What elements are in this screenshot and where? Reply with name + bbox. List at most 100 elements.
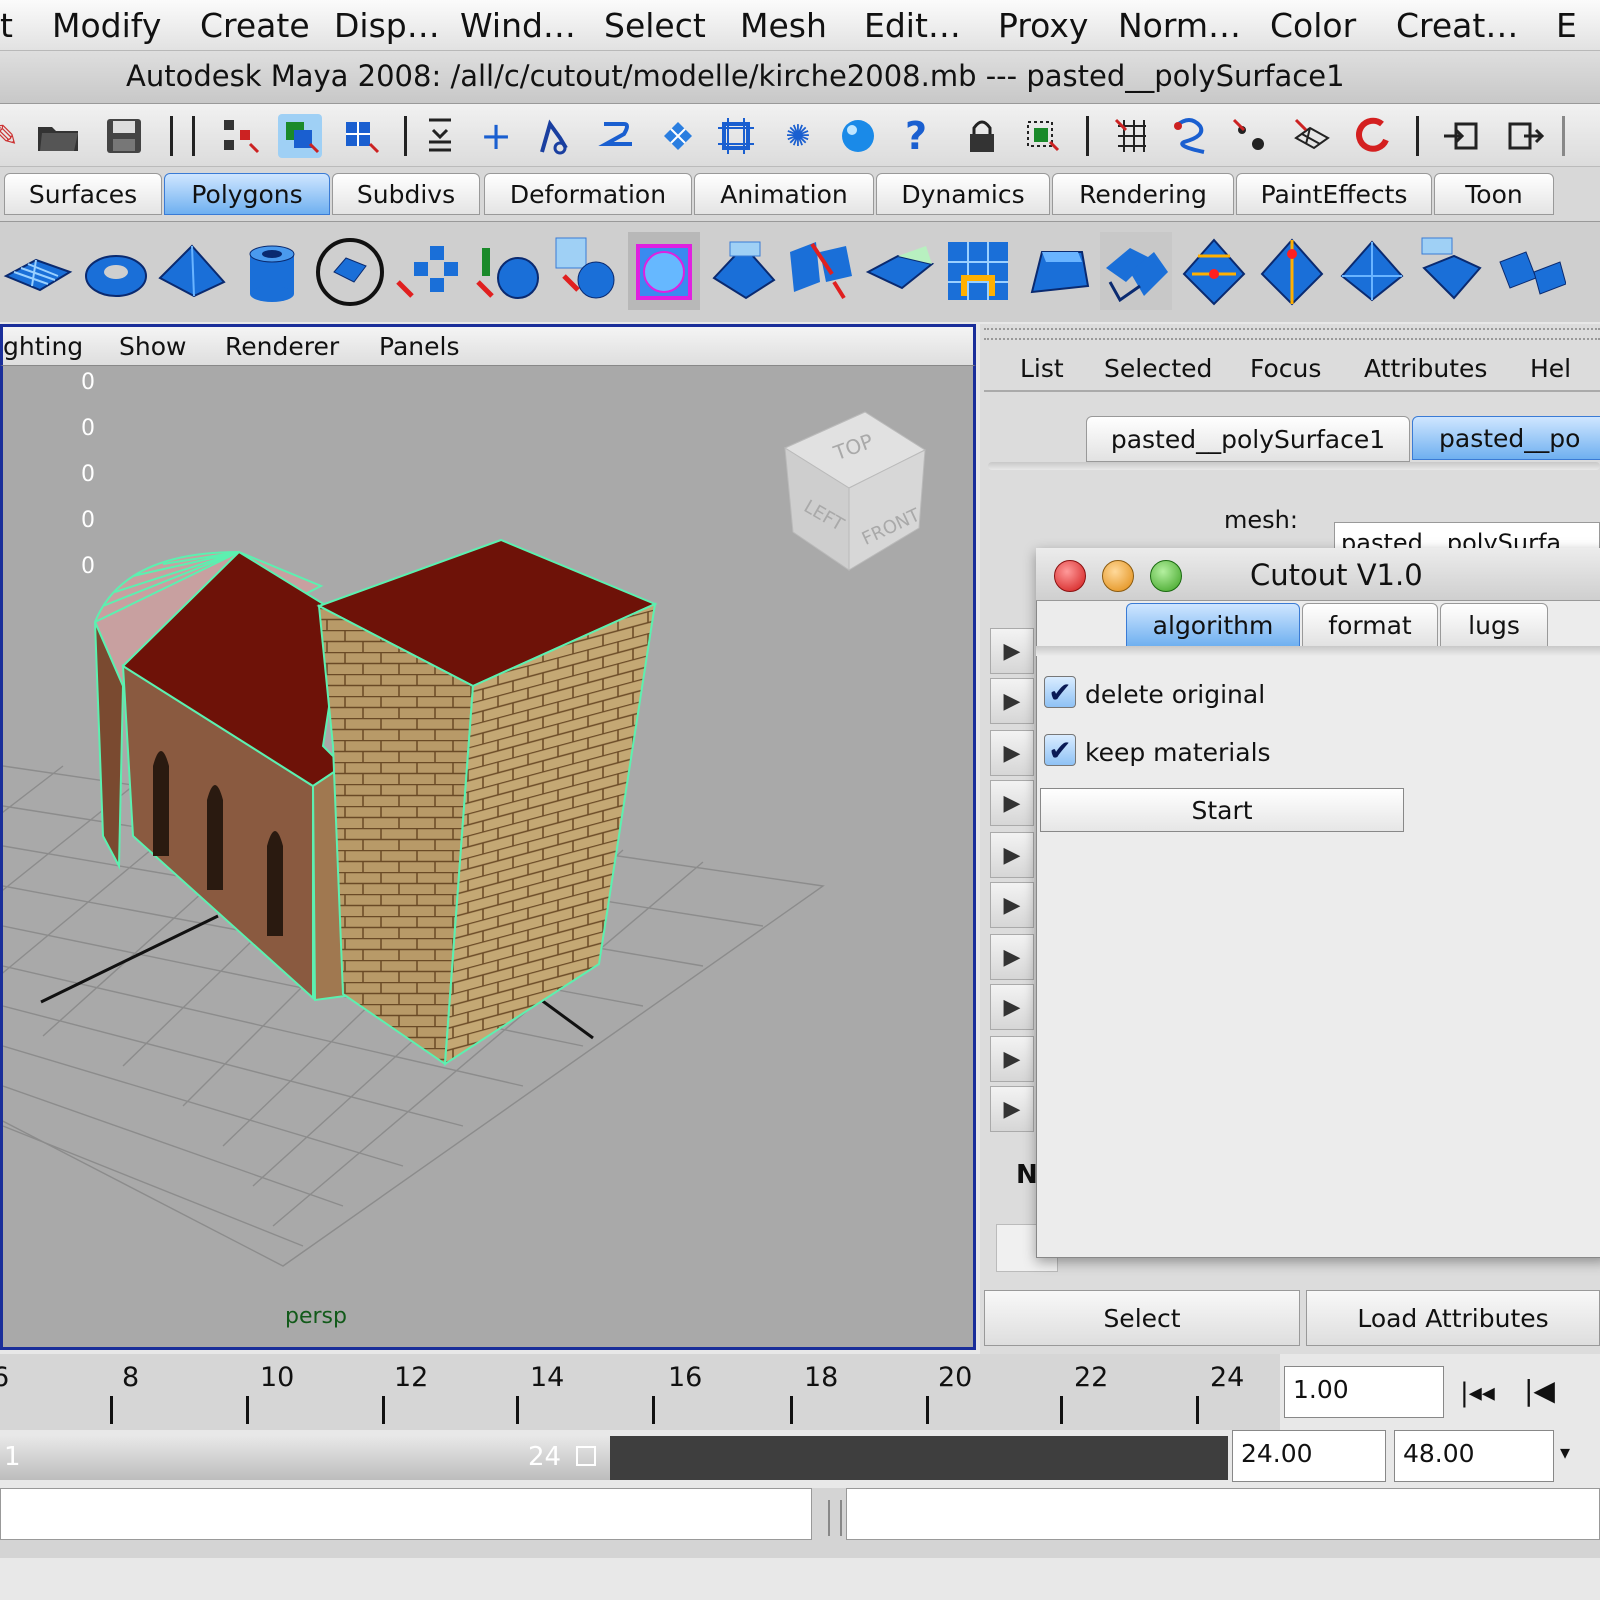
- cb-menu-focus[interactable]: Focus: [1250, 354, 1321, 383]
- menu-edit[interactable]: t: [0, 6, 13, 45]
- section-expand-arrow[interactable]: ▶: [990, 730, 1034, 776]
- section-expand-arrow[interactable]: ▶: [990, 628, 1034, 674]
- select-joints-icon[interactable]: [530, 114, 574, 158]
- section-expand-arrow[interactable]: ▶: [990, 780, 1034, 826]
- tab-dynamics[interactable]: Dynamics: [876, 173, 1050, 215]
- dialog-tab-format[interactable]: format: [1302, 603, 1438, 647]
- split-polygon-icon[interactable]: [942, 232, 1014, 310]
- panel-drag-handle[interactable]: [984, 328, 1600, 340]
- output-connections-icon[interactable]: [1504, 114, 1548, 158]
- select-hierarchy-icon[interactable]: [218, 114, 262, 158]
- select-misc-icon[interactable]: ?: [894, 114, 938, 158]
- menu-edit-mesh[interactable]: Edit…: [864, 6, 961, 45]
- zoom-window-button[interactable]: [1150, 560, 1182, 592]
- select-dynamics-icon[interactable]: ✺: [776, 114, 820, 158]
- tab-subdivs[interactable]: Subdivs: [332, 173, 480, 215]
- cb-menu-selected[interactable]: Selected: [1104, 354, 1212, 383]
- snap-curve-icon[interactable]: [1168, 114, 1212, 158]
- node-tab-polysurface1[interactable]: pasted__polySurface1: [1086, 416, 1410, 462]
- tab-animation[interactable]: Animation: [694, 173, 874, 215]
- load-attributes-button[interactable]: Load Attributes: [1306, 1290, 1600, 1346]
- menu-edit-uvs[interactable]: E: [1556, 6, 1577, 45]
- menu-mesh[interactable]: Mesh: [740, 6, 827, 45]
- viewport-menu-panels[interactable]: Panels: [379, 332, 459, 361]
- sculpt-geometry-icon[interactable]: [314, 232, 386, 310]
- make-live-icon[interactable]: [1352, 114, 1396, 158]
- select-button[interactable]: Select: [984, 1290, 1300, 1346]
- tab-deformation[interactable]: Deformation: [484, 173, 692, 215]
- viewport-menu-renderer[interactable]: Renderer: [225, 332, 339, 361]
- node-tab-polysurface-shape[interactable]: pasted__po: [1412, 416, 1600, 460]
- highlight-selection-icon[interactable]: [1020, 114, 1064, 158]
- command-input[interactable]: [0, 1488, 812, 1540]
- poly-pyramid-icon[interactable]: [156, 232, 228, 310]
- tab-polygons[interactable]: Polygons: [164, 173, 330, 215]
- select-deformations-icon[interactable]: [714, 114, 758, 158]
- select-rendering-icon[interactable]: [836, 114, 880, 158]
- cb-menu-help[interactable]: Hel: [1530, 354, 1571, 383]
- separate-icon[interactable]: [472, 232, 544, 310]
- smooth-proxy-icon[interactable]: [628, 232, 700, 310]
- menu-select[interactable]: Select: [604, 6, 706, 45]
- chevron-down-icon[interactable]: ▾: [1560, 1440, 1570, 1464]
- tab-rendering[interactable]: Rendering: [1052, 173, 1234, 215]
- section-expand-arrow[interactable]: ▶: [990, 934, 1034, 980]
- cb-menu-list[interactable]: List: [1020, 354, 1064, 383]
- poly-torus-icon[interactable]: [80, 232, 152, 310]
- viewport-menu-lighting[interactable]: ghting: [3, 332, 83, 361]
- save-scene-icon[interactable]: [102, 114, 146, 158]
- tab-toon[interactable]: Toon: [1434, 173, 1554, 215]
- step-back-key-icon[interactable]: |◀: [1524, 1374, 1555, 1407]
- range-handle-box-icon[interactable]: [576, 1446, 596, 1466]
- delete-original-checkbox[interactable]: ✔: [1044, 676, 1076, 709]
- insert-edge-loop-icon[interactable]: [1100, 232, 1172, 310]
- select-object-icon[interactable]: [278, 114, 322, 158]
- menu-normals[interactable]: Norm…: [1118, 6, 1241, 45]
- select-curves-icon[interactable]: [594, 114, 638, 158]
- section-expand-arrow[interactable]: ▶: [990, 984, 1034, 1030]
- menu-window[interactable]: Wind…: [460, 6, 576, 45]
- perspective-viewport[interactable]: 0 0 0 0 0 TOP LEFT FRONT persp: [0, 366, 976, 1350]
- selection-mask-icon[interactable]: [418, 114, 462, 158]
- viewport-menu-show[interactable]: Show: [119, 332, 186, 361]
- tab-surfaces[interactable]: Surfaces: [4, 173, 162, 215]
- bevel-icon[interactable]: [1022, 232, 1094, 310]
- offset-edge-icon[interactable]: [1256, 232, 1328, 310]
- duplicate-face-icon[interactable]: [1494, 232, 1566, 310]
- current-time-field[interactable]: 1.00: [1284, 1366, 1444, 1418]
- append-polygon-icon[interactable]: [864, 232, 936, 310]
- cb-menu-attributes[interactable]: Attributes: [1364, 354, 1487, 383]
- snap-point-icon[interactable]: [1228, 114, 1272, 158]
- section-expand-arrow[interactable]: ▶: [990, 1036, 1034, 1082]
- keep-materials-checkbox[interactable]: ✔: [1044, 734, 1076, 767]
- select-handles-icon[interactable]: +: [474, 114, 518, 158]
- playback-end-field[interactable]: 24.00: [1232, 1430, 1386, 1482]
- poke-face-icon[interactable]: [1336, 232, 1408, 310]
- section-expand-arrow[interactable]: ▶: [990, 1086, 1034, 1132]
- select-surfaces-icon[interactable]: [656, 114, 700, 158]
- poly-pipe-icon[interactable]: [236, 232, 308, 310]
- poly-plane-icon[interactable]: [2, 232, 74, 310]
- menu-display[interactable]: Disp…: [334, 6, 440, 45]
- extrude-icon[interactable]: [708, 232, 780, 310]
- snap-grid-icon[interactable]: [1110, 114, 1154, 158]
- select-component-icon[interactable]: [338, 114, 382, 158]
- start-button[interactable]: Start: [1040, 788, 1404, 832]
- combine-icon[interactable]: [394, 232, 466, 310]
- dialog-tab-algorithm[interactable]: algorithm: [1126, 603, 1300, 647]
- menu-create[interactable]: Create: [200, 6, 310, 45]
- section-expand-arrow[interactable]: ▶: [990, 678, 1034, 724]
- split-edge-ring-icon[interactable]: [1178, 232, 1250, 310]
- input-connections-icon[interactable]: [1440, 114, 1484, 158]
- open-scene-icon[interactable]: [36, 114, 80, 158]
- lock-selection-icon[interactable]: [960, 114, 1004, 158]
- splitter-handle[interactable]: [828, 1500, 842, 1536]
- go-to-start-icon[interactable]: |◂◂: [1460, 1378, 1495, 1408]
- bridge-icon[interactable]: [786, 232, 858, 310]
- menu-modify[interactable]: Modify: [52, 6, 161, 45]
- menu-create-uvs[interactable]: Creat…: [1396, 6, 1518, 45]
- tab-painteffects[interactable]: PaintEffects: [1236, 173, 1432, 215]
- wedge-face-icon[interactable]: [1414, 232, 1486, 310]
- dialog-tab-lugs[interactable]: lugs: [1440, 603, 1548, 647]
- new-scene-icon[interactable]: ✎: [0, 114, 28, 158]
